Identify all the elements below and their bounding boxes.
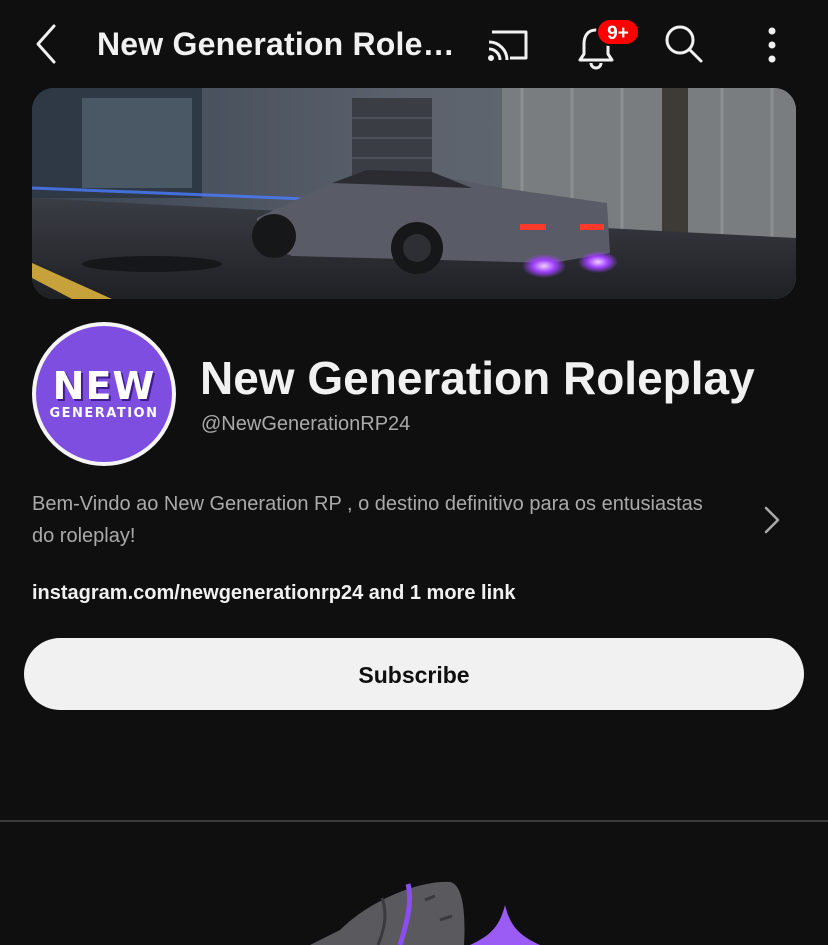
more-links-text[interactable]: and 1 more link: [369, 582, 516, 604]
avatar-logo: NEW GENERATION: [36, 326, 172, 462]
channel-description[interactable]: Bem-Vindo ao New Generation RP , o desti…: [32, 488, 722, 552]
channel-handle: @NewGenerationRP24: [201, 413, 411, 435]
avatar-logo-text-generation: GENERATION: [49, 406, 159, 421]
channel-links[interactable]: instagram.com/newgenerationrp24 and 1 mo…: [32, 580, 515, 606]
channel-avatar[interactable]: NEW GENERATION: [32, 322, 176, 466]
chevron-right-icon[interactable]: [762, 504, 782, 536]
back-icon[interactable]: [30, 22, 64, 66]
empty-state-illustration: [310, 881, 540, 945]
notifications-button[interactable]: 9+: [576, 18, 646, 70]
subscribe-button[interactable]: Subscribe: [24, 638, 804, 710]
notification-badge: 9+: [596, 18, 640, 46]
primary-link[interactable]: instagram.com/newgenerationrp24: [32, 582, 363, 604]
banner-car-image: [32, 88, 796, 299]
channel-page: New Generation Rolep... 9+ NEW GENERATIO…: [0, 0, 828, 945]
section-divider: [0, 820, 828, 822]
channel-name: New Generation Roleplay: [200, 352, 755, 404]
avatar-logo-text-new: NEW: [52, 364, 156, 408]
search-icon[interactable]: [664, 24, 704, 64]
page-title: New Generation Rolep...: [97, 26, 469, 62]
cast-icon[interactable]: [486, 26, 530, 62]
channel-banner: [32, 88, 796, 299]
top-app-bar: New Generation Rolep... 9+: [0, 0, 828, 88]
more-vertical-icon[interactable]: [760, 26, 784, 64]
